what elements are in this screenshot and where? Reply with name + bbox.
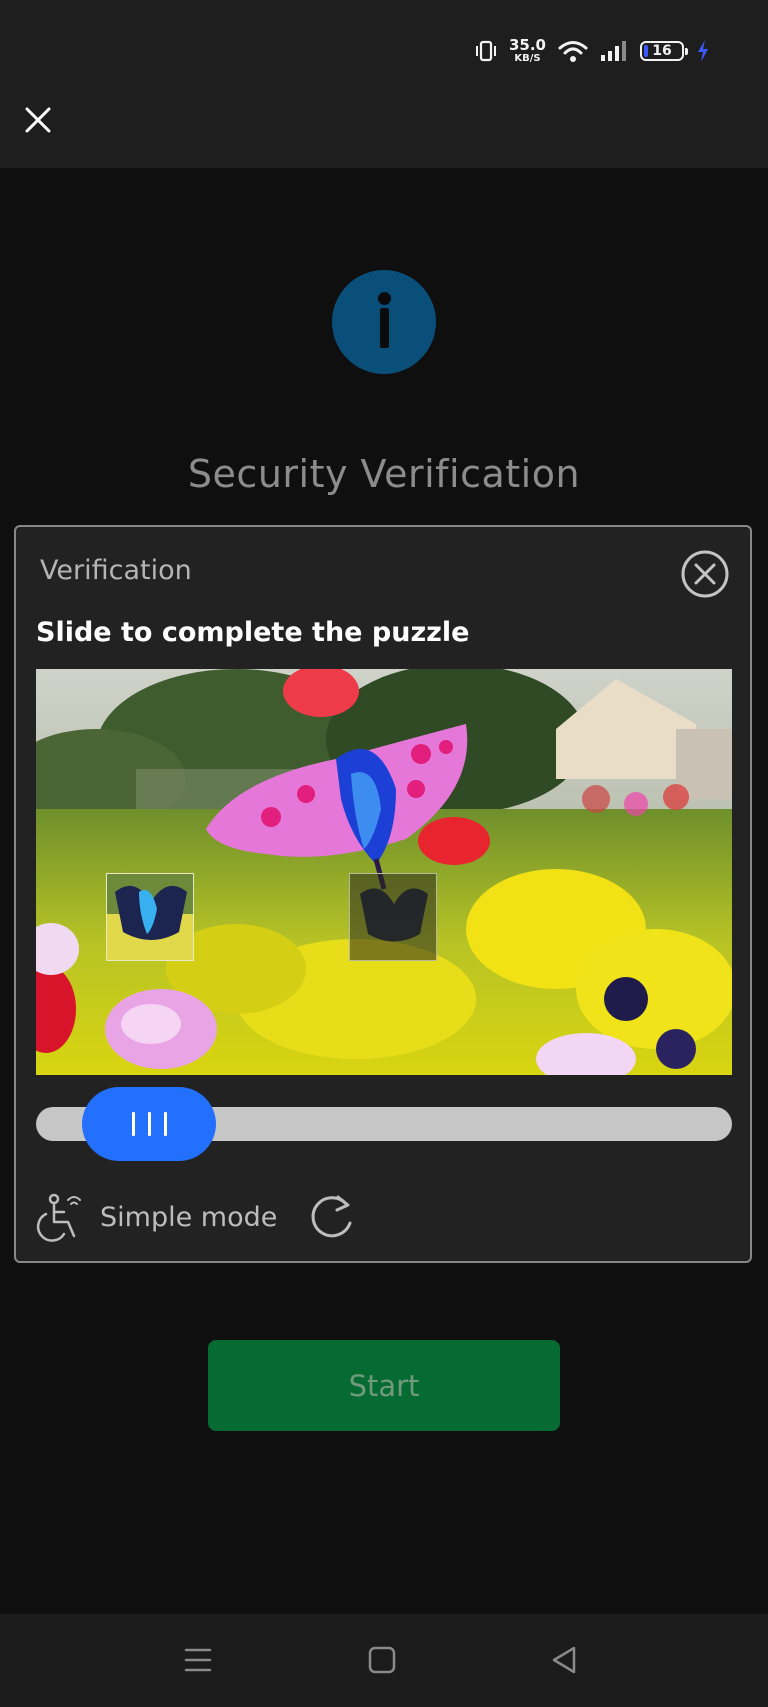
page-title: Security Verification (187, 452, 581, 496)
info-icon-bar (380, 308, 389, 348)
accessibility-icon (36, 1193, 81, 1242)
wifi-icon (558, 41, 588, 62)
refresh-icon[interactable] (306, 1191, 358, 1243)
signal-icon (601, 41, 626, 61)
verification-dialog: Verification Slide to complete the puzzl… (14, 525, 752, 1263)
flower-garden-image (36, 669, 732, 1075)
battery-icon: 16 (640, 41, 688, 61)
network-speed: 35.0 KB/S (509, 38, 546, 64)
dialog-title: Verification (40, 555, 192, 586)
status-bar: 35.0 KB/S 16 (475, 36, 710, 66)
puzzle-target-slot (349, 873, 437, 961)
grip-line (147, 1112, 151, 1136)
grip-line (131, 1112, 135, 1136)
battery-level: 16 (652, 43, 672, 59)
puzzle-image (36, 669, 732, 1075)
network-speed-value: 35.0 (508, 36, 546, 54)
info-icon (332, 270, 436, 374)
network-speed-unit: KB/S (514, 53, 541, 64)
battery-fill (644, 45, 648, 57)
puzzle-piece[interactable] (106, 873, 194, 961)
navigation-bar (0, 1614, 768, 1707)
start-button[interactable]: Start (208, 1340, 560, 1431)
menu-icon[interactable] (176, 1638, 220, 1682)
close-icon[interactable] (20, 102, 56, 138)
top-bar: 35.0 KB/S 16 (0, 0, 768, 168)
grip-line (163, 1112, 167, 1136)
vibrate-icon (475, 40, 496, 62)
back-icon[interactable] (542, 1638, 586, 1682)
simple-mode-label: Simple mode (100, 1201, 278, 1233)
circle-close-icon[interactable] (680, 549, 730, 599)
info-icon-dot (378, 292, 391, 305)
puzzle-instruction: Slide to complete the puzzle (36, 617, 470, 648)
home-icon[interactable] (360, 1638, 404, 1682)
slider-handle[interactable] (82, 1087, 216, 1161)
charging-icon (698, 40, 708, 62)
simple-mode-button[interactable]: Simple mode (34, 1189, 277, 1245)
